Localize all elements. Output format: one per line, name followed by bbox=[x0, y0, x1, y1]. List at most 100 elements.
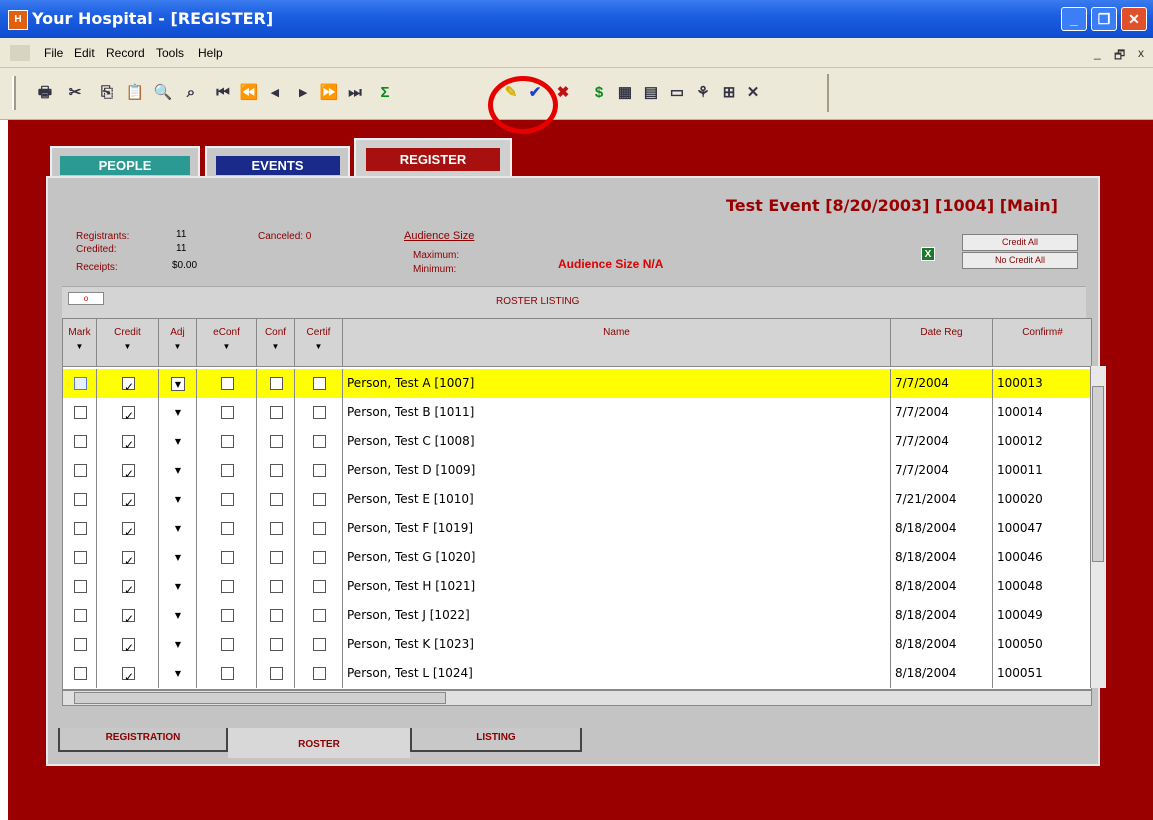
econf-checkbox[interactable] bbox=[221, 377, 234, 390]
menu-edit[interactable]: Edit bbox=[74, 46, 95, 60]
roster-toggle-button[interactable]: o bbox=[68, 292, 104, 305]
next-record-icon[interactable]: ▸ bbox=[292, 82, 314, 104]
econf-checkbox[interactable] bbox=[221, 493, 234, 506]
adj-dropdown-icon[interactable]: ▼ bbox=[171, 464, 185, 478]
menu-record[interactable]: Record bbox=[106, 46, 145, 60]
econf-checkbox[interactable] bbox=[221, 464, 234, 477]
menu-tools[interactable]: Tools bbox=[156, 46, 184, 60]
credit-checkbox[interactable] bbox=[122, 547, 135, 576]
adj-dropdown-icon[interactable]: ▼ bbox=[171, 580, 185, 594]
dropdown-arrow-icon[interactable]: ▼ bbox=[97, 342, 158, 351]
credit-checkbox[interactable] bbox=[122, 489, 135, 518]
copy-icon[interactable]: ⎘ bbox=[96, 82, 118, 104]
tools-icon[interactable]: ✕ bbox=[742, 82, 764, 104]
mark-checkbox[interactable] bbox=[74, 406, 87, 419]
mdi-close-button[interactable]: x bbox=[1138, 46, 1144, 60]
mark-checkbox[interactable] bbox=[74, 435, 87, 448]
tab-registration[interactable]: REGISTRATION bbox=[58, 728, 228, 752]
mdi-minimize-button[interactable]: _ bbox=[1094, 46, 1101, 60]
conf-checkbox[interactable] bbox=[270, 493, 283, 506]
excel-icon[interactable]: X bbox=[921, 247, 935, 261]
tab-listing[interactable]: LISTING bbox=[410, 728, 582, 752]
mdi-restore-button[interactable]: 🗗 bbox=[1114, 46, 1125, 67]
certif-checkbox[interactable] bbox=[313, 638, 326, 651]
econf-checkbox[interactable] bbox=[221, 551, 234, 564]
minimize-button[interactable]: _ bbox=[1061, 7, 1087, 31]
table-row[interactable]: ▼ Person, Test H [1021]8/18/2004100048 bbox=[63, 572, 1091, 605]
dropdown-arrow-icon[interactable]: ▼ bbox=[159, 342, 196, 351]
mark-checkbox[interactable] bbox=[74, 493, 87, 506]
dropdown-arrow-icon[interactable]: ▼ bbox=[197, 342, 256, 351]
mark-checkbox[interactable] bbox=[74, 609, 87, 622]
prev-record-icon[interactable]: ◂ bbox=[264, 82, 286, 104]
column-header-mark[interactable]: Mark ▼ bbox=[63, 319, 97, 367]
dropdown-arrow-icon[interactable]: ▼ bbox=[63, 342, 96, 351]
adj-dropdown-icon[interactable]: ▼ bbox=[171, 406, 185, 420]
dollar-icon[interactable]: $ bbox=[588, 82, 610, 104]
econf-checkbox[interactable] bbox=[221, 406, 234, 419]
mark-checkbox[interactable] bbox=[74, 638, 87, 651]
credit-checkbox[interactable] bbox=[122, 402, 135, 431]
econf-checkbox[interactable] bbox=[221, 638, 234, 651]
table-row[interactable]: ▼ Person, Test F [1019]8/18/2004100047 bbox=[63, 514, 1091, 547]
credit-checkbox[interactable] bbox=[122, 634, 135, 663]
audience-size-link[interactable]: Audience Size bbox=[404, 230, 474, 242]
table-row[interactable]: ▼ Person, Test K [1023]8/18/2004100050 bbox=[63, 630, 1091, 663]
credit-checkbox[interactable] bbox=[122, 663, 135, 689]
app-icon[interactable]: H bbox=[8, 10, 28, 30]
econf-checkbox[interactable] bbox=[221, 522, 234, 535]
credit-checkbox[interactable] bbox=[122, 605, 135, 634]
table-row[interactable]: ▼ Person, Test A [1007]7/7/2004100013 bbox=[63, 369, 1091, 402]
column-header-adj[interactable]: Adj ▼ bbox=[159, 319, 197, 367]
credit-checkbox[interactable] bbox=[122, 518, 135, 547]
conf-checkbox[interactable] bbox=[270, 435, 283, 448]
mark-checkbox[interactable] bbox=[74, 464, 87, 477]
menu-help[interactable]: Help bbox=[198, 46, 223, 60]
chart-icon[interactable]: ⊞ bbox=[718, 82, 740, 104]
maximize-button[interactable]: ❐ bbox=[1091, 7, 1117, 31]
next-page-icon[interactable]: ⏩ bbox=[318, 82, 340, 104]
conf-checkbox[interactable] bbox=[270, 406, 283, 419]
certif-checkbox[interactable] bbox=[313, 377, 326, 390]
conf-checkbox[interactable] bbox=[270, 464, 283, 477]
econf-checkbox[interactable] bbox=[221, 609, 234, 622]
table-row[interactable]: ▼ Person, Test J [1022]8/18/2004100049 bbox=[63, 601, 1091, 634]
first-record-icon[interactable]: ⏮ bbox=[212, 82, 234, 104]
paste-icon[interactable]: 📋 bbox=[124, 82, 146, 104]
column-header-certif[interactable]: Certif ▼ bbox=[295, 319, 343, 367]
certif-checkbox[interactable] bbox=[313, 406, 326, 419]
credit-checkbox[interactable] bbox=[122, 460, 135, 489]
column-header-credit[interactable]: Credit ▼ bbox=[97, 319, 159, 367]
last-record-icon[interactable]: ⏭ bbox=[344, 82, 366, 104]
conf-checkbox[interactable] bbox=[270, 551, 283, 564]
column-header-confirm[interactable]: Confirm# bbox=[993, 319, 1091, 367]
table-row[interactable]: ▼ Person, Test B [1011]7/7/2004100014 bbox=[63, 398, 1091, 431]
econf-checkbox[interactable] bbox=[221, 667, 234, 680]
mark-checkbox[interactable] bbox=[74, 580, 87, 593]
mark-checkbox[interactable] bbox=[74, 377, 87, 390]
column-header-conf[interactable]: Conf ▼ bbox=[257, 319, 295, 367]
tree-icon[interactable]: ⚘ bbox=[692, 82, 714, 104]
find-replace-icon[interactable]: ⌕ bbox=[180, 82, 202, 104]
credit-checkbox[interactable] bbox=[122, 431, 135, 460]
close-button[interactable]: ✕ bbox=[1121, 7, 1147, 31]
print-icon[interactable]: 🖶 bbox=[34, 82, 56, 104]
column-header-econf[interactable]: eConf ▼ bbox=[197, 319, 257, 367]
adj-dropdown-icon[interactable]: ▼ bbox=[171, 493, 185, 507]
vertical-scroll-thumb[interactable] bbox=[1092, 386, 1104, 562]
adj-dropdown-icon[interactable]: ▼ bbox=[171, 435, 185, 449]
cut-icon[interactable]: ✂ bbox=[64, 82, 86, 104]
conf-checkbox[interactable] bbox=[270, 638, 283, 651]
conf-checkbox[interactable] bbox=[270, 667, 283, 680]
conf-checkbox[interactable] bbox=[270, 580, 283, 593]
mark-checkbox[interactable] bbox=[74, 522, 87, 535]
certif-checkbox[interactable] bbox=[313, 667, 326, 680]
column-header-name[interactable]: Name bbox=[343, 319, 891, 367]
conf-checkbox[interactable] bbox=[270, 609, 283, 622]
tab-roster[interactable]: ROSTER bbox=[228, 728, 410, 758]
adj-dropdown-icon[interactable]: ▼ bbox=[171, 638, 185, 652]
adj-dropdown-icon[interactable]: ▼ bbox=[171, 522, 185, 536]
conf-checkbox[interactable] bbox=[270, 522, 283, 535]
tab-events[interactable]: EVENTS bbox=[205, 146, 350, 180]
adj-dropdown-icon[interactable]: ▼ bbox=[171, 667, 185, 681]
